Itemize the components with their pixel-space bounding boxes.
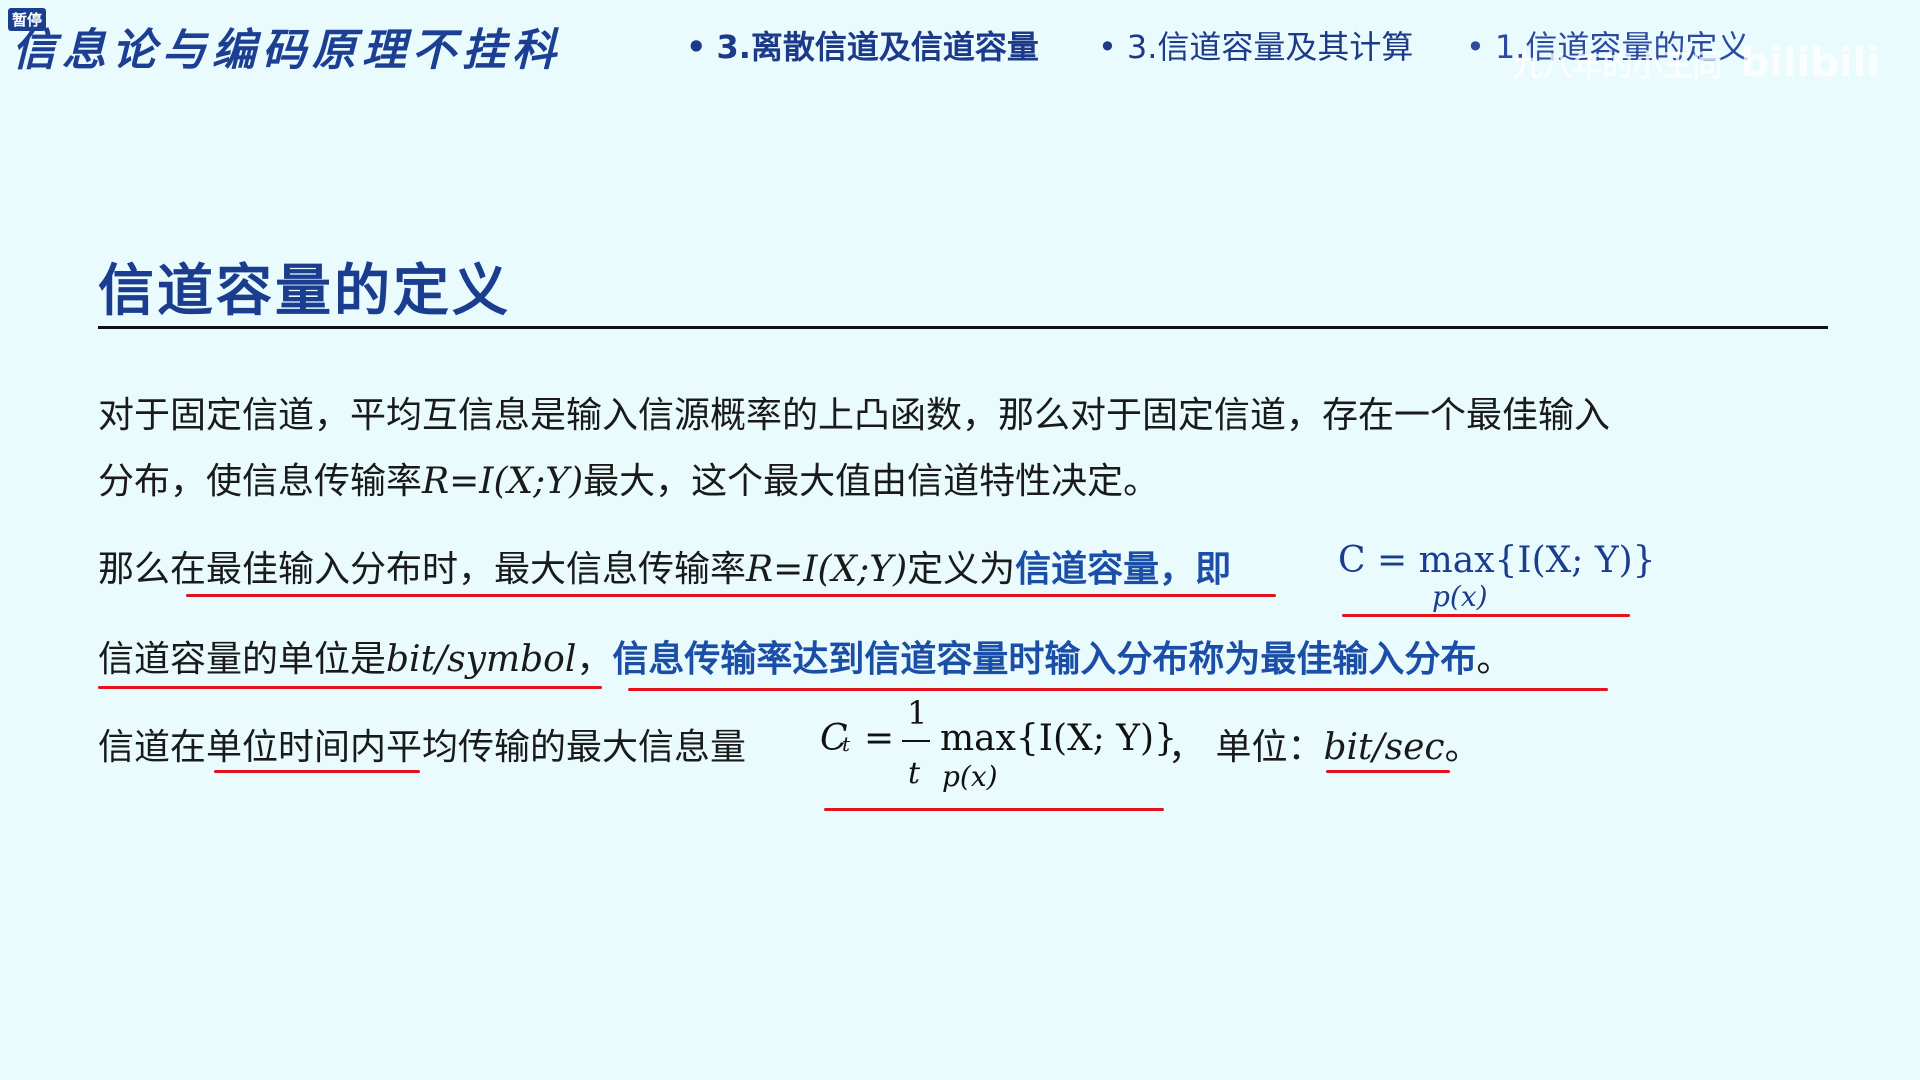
watermark-text: 九八年的小王同 (1512, 49, 1723, 84)
paragraph-text: ， (576, 639, 613, 680)
capacity-formula: C = max{I(X; Y)} (1338, 540, 1656, 581)
paragraph-text: ， 单位： (1168, 727, 1324, 768)
fraction-numerator: 1 (907, 694, 928, 732)
underline-annotation (186, 594, 1276, 597)
underline-annotation (824, 808, 1164, 811)
underline-annotation (214, 770, 420, 773)
breadcrumb-item-chapter: • 3.离散信道及信道容量 (686, 22, 1039, 68)
math-inline: R=I(X;Y) (746, 549, 908, 590)
paragraph-text: 最大，这个最大值由信道特性决定。 (583, 461, 1160, 502)
page-title: 信道容量的定义 (98, 259, 511, 324)
paragraph-text: 分布，使信息传输率 (98, 461, 423, 502)
fraction-denominator: t (908, 756, 921, 791)
underline-annotation (628, 688, 1608, 691)
formula-subscript: t (842, 732, 851, 756)
breadcrumb-label: 3.信道容量及其计算 (1126, 28, 1414, 66)
breadcrumb-label: 3.离散信道及信道容量 (716, 28, 1039, 66)
paragraph-text: 信道容量的单位是 (98, 639, 387, 680)
math-inline: bit/symbol (386, 639, 577, 680)
watermark: 九八年的小王同 bilibili (1512, 40, 1880, 86)
paragraph-text: 那么在最佳输入分布时，最大信息传输率 (98, 549, 747, 590)
highlight-text: 信息传输率达到信道容量时输入分布称为最佳输入分布 (612, 639, 1477, 680)
paragraph-2: 分布，使信息传输率R=I(X;Y)最大，这个最大值由信道特性决定。 (98, 452, 1159, 504)
formula-max: max{I(X; Y)} (940, 718, 1177, 759)
highlight-text: 信道容量，即 (1015, 549, 1232, 590)
fraction-bar (902, 740, 930, 742)
bullet-icon: • (686, 28, 707, 66)
unit-value: bit/sec (1323, 727, 1445, 768)
underline-annotation (1342, 614, 1630, 617)
breadcrumb-header: 暂停 信息论与编码原理不挂科 • 3.离散信道及信道容量 • 3.信道容量及其计算 … (0, 0, 1920, 90)
paragraph-3: 那么在最佳输入分布时，最大信息传输率R=I(X;Y)定义为信道容量，即 (98, 540, 1231, 592)
paragraph-text: 定义为 (907, 549, 1016, 590)
underline-annotation (98, 686, 602, 689)
paragraph-text: 。 (1476, 639, 1513, 680)
formula-subscript: p(x) (942, 760, 998, 793)
paragraph-1: 对于固定信道，平均互信息是输入信源概率的上凸函数，那么对于固定信道，存在一个最佳… (98, 395, 1611, 436)
math-inline: R=I(X;Y) (422, 461, 584, 502)
bilibili-logo-icon: bilibili (1740, 40, 1880, 86)
series-title: 信息论与编码原理不挂科 (12, 25, 562, 76)
formula-subscript: p(x) (1432, 580, 1488, 613)
paragraph-text: 。 (1444, 727, 1481, 768)
unit-label: ， 单位：bit/sec。 (1168, 718, 1481, 770)
paragraph-4: 信道容量的单位是bit/symbol，信息传输率达到信道容量时输入分布称为最佳输… (98, 630, 1512, 682)
title-divider (98, 326, 1828, 329)
bullet-icon: • (1466, 28, 1485, 66)
formula-equals: = (864, 718, 895, 759)
bullet-icon: • (1098, 28, 1117, 66)
paragraph-5: 信道在单位时间内平均传输的最大信息量 (98, 727, 747, 768)
underline-annotation (1326, 770, 1450, 773)
breadcrumb-item-section: • 3.信道容量及其计算 (1098, 22, 1413, 68)
